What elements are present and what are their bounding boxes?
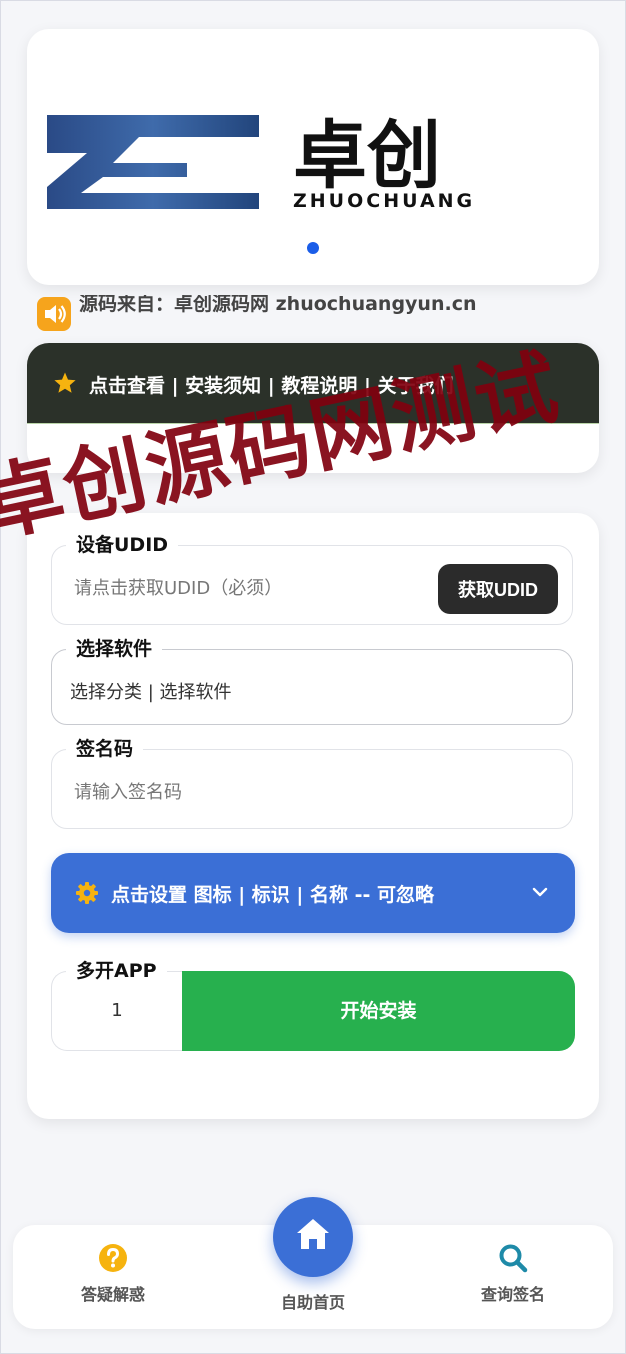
brand-logo: 卓创 ZHUOCHUANG xyxy=(47,113,475,212)
speaker-icon xyxy=(37,297,71,331)
nav-item-query[interactable]: 查询签名 xyxy=(443,1243,583,1305)
nav-item-home[interactable] xyxy=(273,1197,353,1277)
multi-open-input[interactable]: 1 xyxy=(52,1000,182,1021)
question-circle-icon xyxy=(99,1244,127,1272)
chevron-down-icon xyxy=(532,887,548,897)
svg-text:卓创: 卓创 xyxy=(293,113,441,199)
bottom-nav: 答疑解惑 自助首页 查询签名 xyxy=(13,1197,613,1329)
settings-text: 点击设置 图标 | 标识 | 名称 -- 可忽略 xyxy=(111,884,434,906)
multi-open-field[interactable]: 多开APP 1 xyxy=(51,956,183,1051)
nav-label-query: 查询签名 xyxy=(480,1285,545,1304)
sign-code-field[interactable]: 签名码 请输入签名码 xyxy=(51,734,573,829)
software-select-value[interactable]: 选择分类 | 选择软件 xyxy=(70,678,232,704)
software-select[interactable]: 选择软件 选择分类 | 选择软件 xyxy=(51,634,573,725)
udid-label: 设备UDID xyxy=(66,530,179,557)
udid-input[interactable]: 请点击获取UDID（必须） xyxy=(74,574,282,600)
sign-code-label: 签名码 xyxy=(66,734,144,761)
search-icon xyxy=(499,1244,528,1273)
nav-label-home[interactable]: 自助首页 xyxy=(243,1289,383,1313)
home-icon xyxy=(297,1219,329,1249)
gear-icon xyxy=(76,882,98,904)
sign-code-input[interactable]: 请输入签名码 xyxy=(74,778,182,804)
get-udid-button[interactable]: 获取UDID xyxy=(438,564,558,614)
udid-field[interactable]: 设备UDID 请点击获取UDID（必须） 获取UDID xyxy=(51,530,573,625)
star-icon xyxy=(54,372,76,393)
app-settings-toggle[interactable]: 点击设置 图标 | 标识 | 名称 -- 可忽略 xyxy=(51,853,575,933)
info-menu-bar[interactable]: 点击查看 | 安装须知 | 教程说明 | 关于我们 xyxy=(27,343,599,424)
multi-open-label: 多开APP xyxy=(66,956,167,983)
sign-form-card: 设备UDID 请点击获取UDID（必须） 获取UDID 选择软件 选择分类 | … xyxy=(27,513,599,1119)
notice-text: 源码来自：卓创源码网 zhuochuangyun.cn xyxy=(79,295,477,315)
info-menu-links[interactable]: 点击查看 | 安装须知 | 教程说明 | 关于我们 xyxy=(89,371,454,398)
banner-carousel[interactable]: 卓创 ZHUOCHUANG xyxy=(27,29,599,285)
svg-text:ZHUOCHUANG: ZHUOCHUANG xyxy=(293,190,475,212)
start-install-button[interactable]: 开始安装 xyxy=(182,971,575,1051)
info-menu-card: 点击查看 | 安装须知 | 教程说明 | 关于我们 xyxy=(27,343,599,473)
carousel-indicator[interactable] xyxy=(307,242,319,254)
nav-label-faq: 答疑解惑 xyxy=(80,1285,145,1304)
software-label: 选择软件 xyxy=(66,634,163,661)
app-frame: 卓创 ZHUOCHUANG 源码来自：卓创源码网 zhuochuangyun.c… xyxy=(0,0,626,1354)
notice-marquee: 源码来自：卓创源码网 zhuochuangyun.cn xyxy=(37,295,597,331)
nav-item-faq[interactable]: 答疑解惑 xyxy=(43,1243,183,1305)
